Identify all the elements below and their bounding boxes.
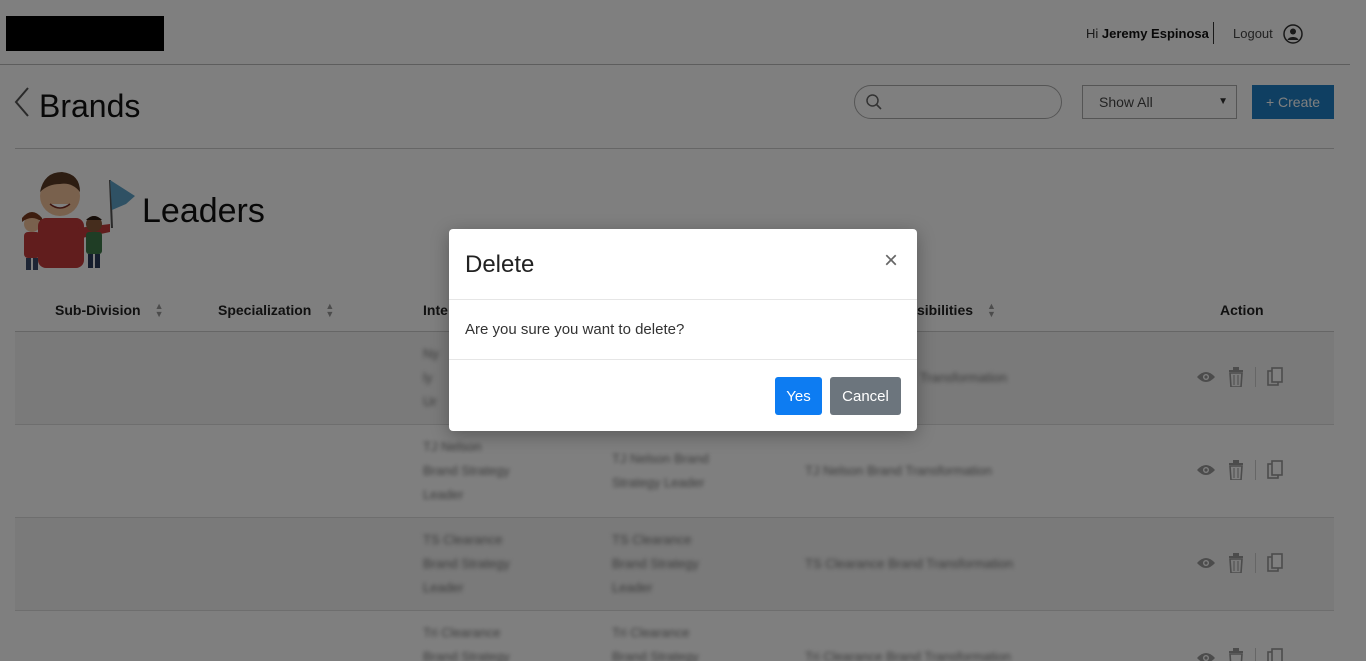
modal-message: Are you sure you want to delete? xyxy=(465,321,685,338)
modal-header: Delete × xyxy=(449,229,917,300)
cancel-button[interactable]: Cancel xyxy=(830,377,901,415)
modal-title: Delete xyxy=(465,251,535,278)
yes-button[interactable]: Yes xyxy=(775,377,822,415)
close-icon[interactable]: × xyxy=(879,247,903,275)
delete-modal: Delete × Are you sure you want to delete… xyxy=(449,229,917,431)
modal-body: Are you sure you want to delete? xyxy=(449,300,917,360)
